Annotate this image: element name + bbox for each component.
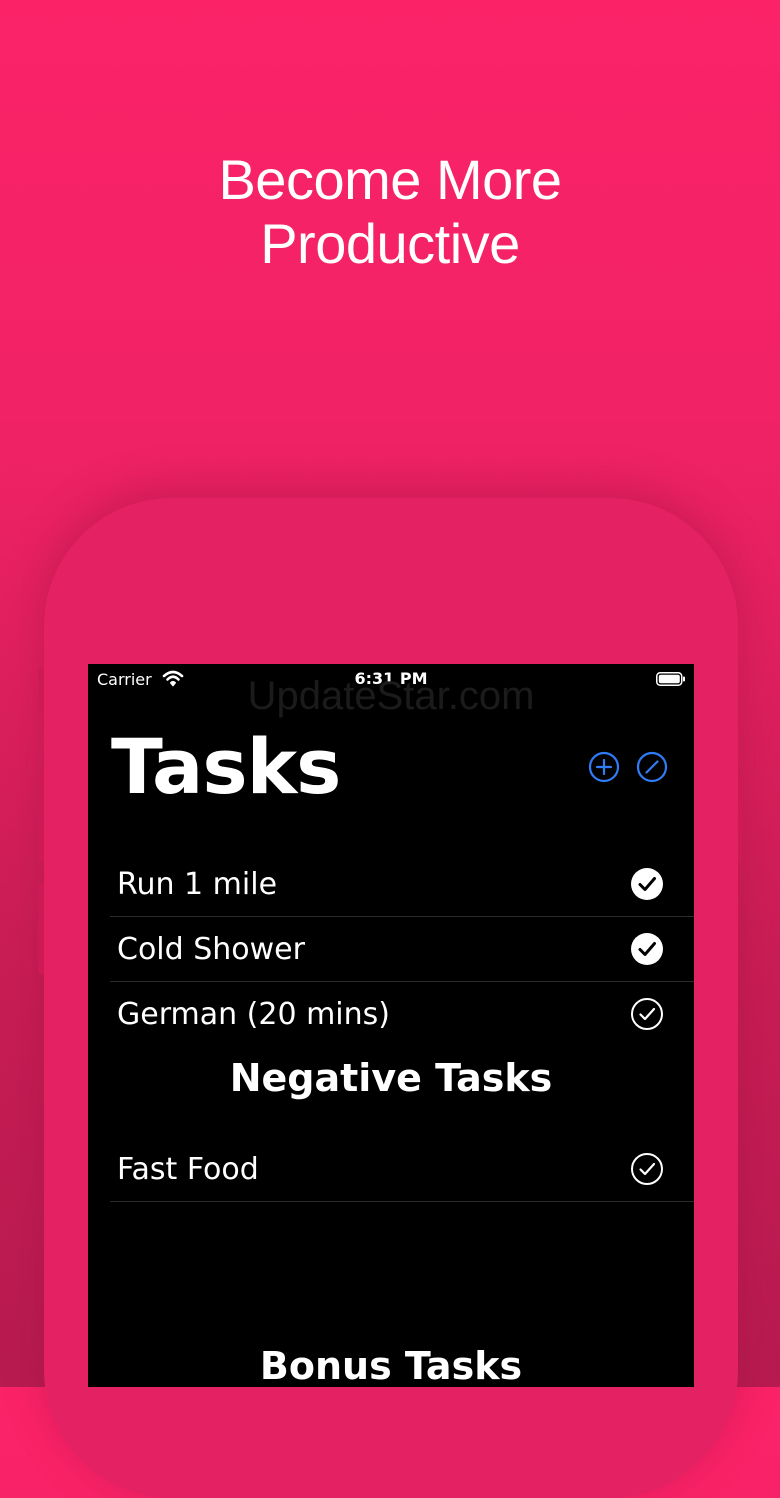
watermark: UpdateStar.com — [247, 674, 535, 718]
task-list: Run 1 mile Cold Shower German (20 mins) — [110, 852, 694, 1046]
bonus-tasks-header: Bonus Tasks — [259, 1344, 523, 1387]
headline-line-1: Become More — [218, 148, 562, 211]
app-screen: Carrier 6:31 PM UpdateStar.com Tasks Run… — [88, 664, 694, 1387]
checkmark-filled-icon[interactable] — [630, 932, 664, 966]
checkmark-outline-icon[interactable] — [630, 997, 664, 1031]
headline: Become More Productive — [0, 148, 780, 276]
headline-line-2: Productive — [260, 212, 520, 275]
task-row-german[interactable]: German (20 mins) — [110, 982, 694, 1046]
page-title: Tasks — [111, 722, 341, 811]
negative-task-list: Fast Food — [110, 1137, 694, 1202]
add-task-button[interactable] — [588, 751, 620, 783]
task-label: Fast Food — [117, 1152, 259, 1187]
edit-tasks-button[interactable] — [636, 751, 668, 783]
task-label: Cold Shower — [117, 932, 305, 967]
task-label: German (20 mins) — [117, 997, 390, 1032]
task-row-run[interactable]: Run 1 mile — [110, 852, 694, 917]
task-row-cold-shower[interactable]: Cold Shower — [110, 917, 694, 982]
negative-task-row[interactable]: Fast Food — [110, 1137, 694, 1202]
checkmark-filled-icon[interactable] — [630, 867, 664, 901]
checkmark-outline-icon[interactable] — [630, 1152, 664, 1186]
task-label: Run 1 mile — [117, 867, 278, 902]
negative-tasks-header: Negative Tasks — [229, 1056, 553, 1100]
